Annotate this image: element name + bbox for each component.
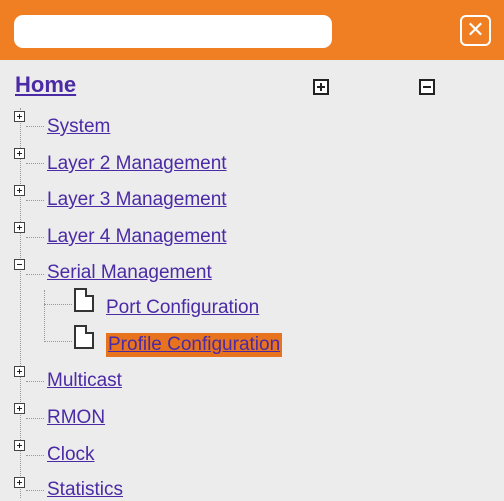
tree-item-layer3-management[interactable]: Layer 3 Management: [47, 189, 227, 211]
collapse-all-icon[interactable]: [419, 79, 435, 95]
expand-multicast-icon[interactable]: [14, 366, 25, 377]
tree-item-rmon[interactable]: RMON: [47, 407, 105, 429]
tree-item-profile-configuration[interactable]: Profile Configuration: [106, 333, 283, 357]
tree-branch-line: [26, 200, 44, 201]
expand-system-icon[interactable]: [14, 111, 25, 122]
tree-item-clock[interactable]: Clock: [47, 444, 95, 466]
page-icon: [74, 325, 94, 349]
tree-item-statistics[interactable]: Statistics: [47, 479, 123, 501]
expand-layer4-icon[interactable]: [14, 222, 25, 233]
expand-rmon-icon[interactable]: [14, 403, 25, 414]
collapse-serial-management-icon[interactable]: [14, 259, 25, 270]
tree-branch-line: [26, 163, 44, 164]
tree-item-port-configuration[interactable]: Port Configuration: [106, 297, 259, 319]
tree-branch-line: [26, 274, 44, 275]
expand-statistics-icon[interactable]: [14, 477, 25, 488]
top-bar: ✕: [0, 0, 504, 60]
subtree-connector-line: [44, 290, 45, 342]
tree-branch-line: [26, 237, 44, 238]
tree-branch-line: [26, 418, 44, 419]
tree-branch-line: [26, 490, 44, 491]
subtree-branch-line: [44, 304, 72, 305]
tree-item-serial-management[interactable]: Serial Management: [47, 262, 212, 284]
tree-branch-line: [26, 455, 44, 456]
expand-clock-icon[interactable]: [14, 440, 25, 451]
home-link[interactable]: Home: [15, 72, 76, 98]
tree-item-layer2-management[interactable]: Layer 2 Management: [47, 153, 227, 175]
tree-item-layer4-management[interactable]: Layer 4 Management: [47, 226, 227, 248]
search-input[interactable]: [14, 15, 332, 48]
expand-all-icon[interactable]: [313, 79, 329, 95]
tree-branch-line: [26, 381, 44, 382]
expand-layer3-icon[interactable]: [14, 185, 25, 196]
expand-layer2-icon[interactable]: [14, 148, 25, 159]
close-icon[interactable]: ✕: [460, 15, 491, 46]
page-icon: [74, 288, 94, 312]
tree-item-system[interactable]: System: [47, 116, 110, 138]
tree-branch-line: [26, 126, 44, 127]
subtree-branch-line: [44, 341, 72, 342]
tree-item-multicast[interactable]: Multicast: [47, 370, 122, 392]
